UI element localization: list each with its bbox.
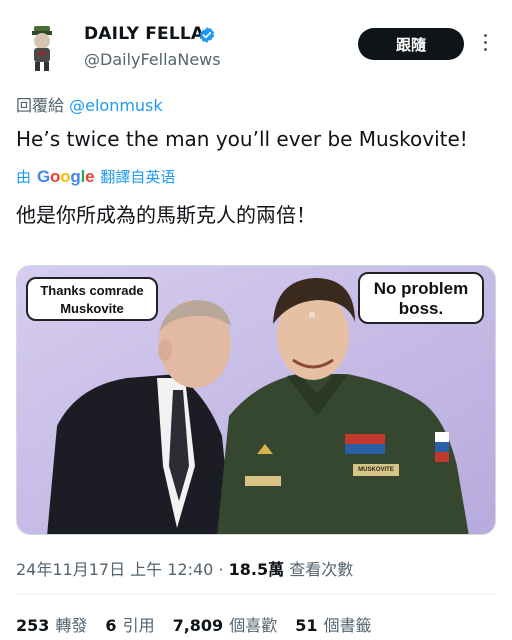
- stat-retweets[interactable]: 253 轉發: [16, 612, 87, 636]
- speech-bubble-left-line-2: Muskovite: [60, 301, 124, 316]
- speech-bubble-right-line-2: boss.: [398, 299, 444, 318]
- engagement-stats: 253 轉發 6 引用 7,809 個喜歡 51 個書籤: [16, 612, 371, 636]
- translation-attribution[interactable]: 由 Google 翻譯自英语: [16, 166, 175, 187]
- stat-bookmarks[interactable]: 51 個書籤: [295, 612, 371, 636]
- stat-label: 個書籤: [323, 616, 372, 635]
- stat-likes[interactable]: 7,809 個喜歡: [173, 612, 278, 636]
- speech-bubble-right-line-1: No problem: [373, 279, 469, 298]
- divider: [16, 594, 496, 595]
- tweet-media-image[interactable]: Thanks comrade Muskovite No problem boss…: [16, 265, 496, 535]
- reply-mention-link[interactable]: @elonmusk: [69, 96, 163, 115]
- follow-button[interactable]: 跟隨: [358, 28, 464, 60]
- meta-separator: ·: [218, 560, 224, 579]
- tweet-text: He’s twice the man you’ll ever be Muskov…: [16, 127, 468, 151]
- verified-badge-icon: [199, 27, 215, 43]
- google-logo: Google: [37, 166, 95, 186]
- views-label: 查看次數: [289, 560, 354, 579]
- author-display-name[interactable]: DAILY FELLA: [84, 24, 204, 44]
- speech-bubble-left-line-1: Thanks comrade: [40, 283, 144, 298]
- views-count: 18.5萬: [228, 560, 285, 579]
- tweet-meta: 24年11月17日 上午 12:40 · 18.5萬 查看次數: [16, 556, 353, 580]
- translation-suffix: 翻譯自英语: [100, 168, 176, 186]
- stat-count: 6: [105, 616, 117, 635]
- tweet-timestamp[interactable]: 24年11月17日 上午 12:40: [16, 560, 213, 579]
- speech-bubble-left: Thanks comrade Muskovite: [26, 277, 158, 321]
- stat-count: 7,809: [172, 616, 224, 635]
- stat-count: 51: [295, 616, 318, 635]
- speech-bubble-right: No problem boss.: [358, 272, 484, 324]
- avatar-illustration: [16, 22, 68, 74]
- stat-label: 個喜歡: [229, 616, 278, 635]
- stat-label: 轉發: [55, 616, 88, 635]
- stat-label: 引用: [122, 616, 155, 635]
- translated-tweet-text: 他是你所成為的馬斯克人的兩倍！: [16, 203, 316, 227]
- reply-prefix: 回覆給: [16, 96, 65, 115]
- stat-count: 253: [16, 616, 50, 635]
- stat-quotes[interactable]: 6 引用: [105, 612, 154, 636]
- uniform-name-tag: MUSKOVITE: [358, 467, 394, 473]
- author-avatar[interactable]: [16, 22, 68, 74]
- author-handle[interactable]: @DailyFellaNews: [84, 50, 221, 69]
- reply-context: 回覆給 @elonmusk: [16, 92, 163, 116]
- more-options-icon[interactable]: [478, 34, 492, 56]
- translation-prefix: 由: [16, 168, 32, 186]
